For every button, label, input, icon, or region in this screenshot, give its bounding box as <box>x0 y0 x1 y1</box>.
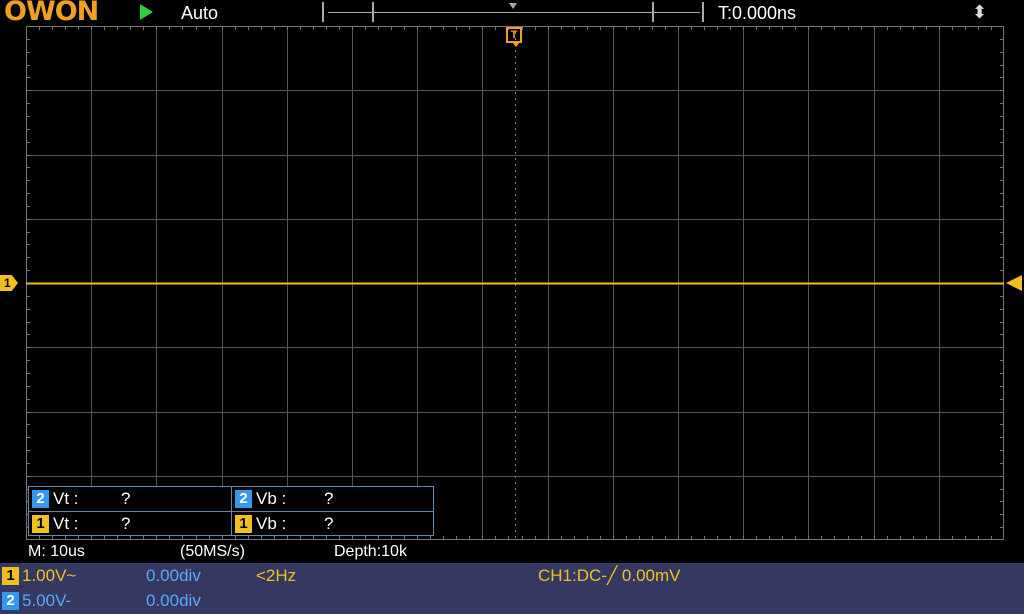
channel-status-panel: 1 1.00V~ 0.00div <2Hz CH1:DC-╱ 0.00mV 2 … <box>0 563 1024 614</box>
ch2-badge: 2 <box>32 490 49 508</box>
measure-value: ? <box>121 514 131 533</box>
ch2-status-row[interactable]: 2 5.00V- 0.00div <box>0 588 1024 613</box>
ch1-badge: 1 <box>235 515 252 533</box>
usb-icon: ⬍ <box>972 2 988 22</box>
ch1-status-row[interactable]: 1 1.00V~ 0.00div <2Hz CH1:DC-╱ 0.00mV <box>0 563 1024 588</box>
trigger-position-marker[interactable]: T <box>506 27 522 43</box>
ch2-badge: 2 <box>2 592 19 610</box>
trigger-time: T:0.000ns <box>718 3 797 23</box>
ch1-badge: 1 <box>2 567 19 585</box>
ch1-frequency: <2Hz <box>256 566 297 585</box>
memory-position-bar[interactable] <box>322 2 706 24</box>
trigger-status[interactable]: CH1:DC-╱ 0.00mV <box>538 563 681 588</box>
ch2-badge: 2 <box>235 490 252 508</box>
top-status-bar: OWON Auto T:0.000ns ⬍ <box>0 0 1024 26</box>
measure-row: 2 Vt : ? 2 Vb : ? <box>29 487 433 512</box>
measure-value: ? <box>324 489 334 508</box>
waveform-display[interactable] <box>26 26 1004 540</box>
measure-label: Vb : <box>256 514 287 533</box>
trigger-level-marker[interactable] <box>1006 275 1022 291</box>
measure-label: Vt : <box>53 489 79 508</box>
ch1-badge: 1 <box>32 515 49 533</box>
ch1-scale: 1.00V~ <box>22 566 77 585</box>
measure-label: Vb : <box>256 489 287 508</box>
ch2-scale: 5.00V- <box>22 591 72 610</box>
trigger-position-arrow <box>512 42 520 47</box>
ch2-offset: 0.00div <box>146 591 201 610</box>
measurement-table: 2 Vt : ? 2 Vb : ? 1 Vt : ? 1 Vb : ? <box>28 486 434 536</box>
trigger-position-tick <box>509 3 517 9</box>
memory-depth[interactable]: Depth:10k <box>334 541 407 563</box>
measure-cell: 1 Vt : ? <box>29 512 231 536</box>
measure-cell: 2 Vt : ? <box>29 487 231 511</box>
sample-rate: (50MS/s) <box>180 543 245 560</box>
measure-cell: 2 Vb : ? <box>231 487 434 511</box>
ch1-ground-marker[interactable]: 1 <box>0 275 18 291</box>
measure-cell: 1 Vb : ? <box>231 512 434 536</box>
play-icon[interactable] <box>140 4 153 20</box>
timebase-scale[interactable]: M: 10us <box>28 541 85 563</box>
measure-row: 1 Vt : ? 1 Vb : ? <box>29 512 433 536</box>
measure-label: Vt : <box>53 514 79 533</box>
graticule <box>26 26 1004 540</box>
ch1-offset: 0.00div <box>146 566 201 585</box>
trigger-mode[interactable]: Auto <box>181 2 218 24</box>
measure-value: ? <box>121 489 131 508</box>
timebase-bar: M: 10us (50MS/s) Depth:10k <box>0 541 1024 563</box>
measure-value: ? <box>324 514 334 533</box>
brand-logo: OWON <box>4 0 99 27</box>
